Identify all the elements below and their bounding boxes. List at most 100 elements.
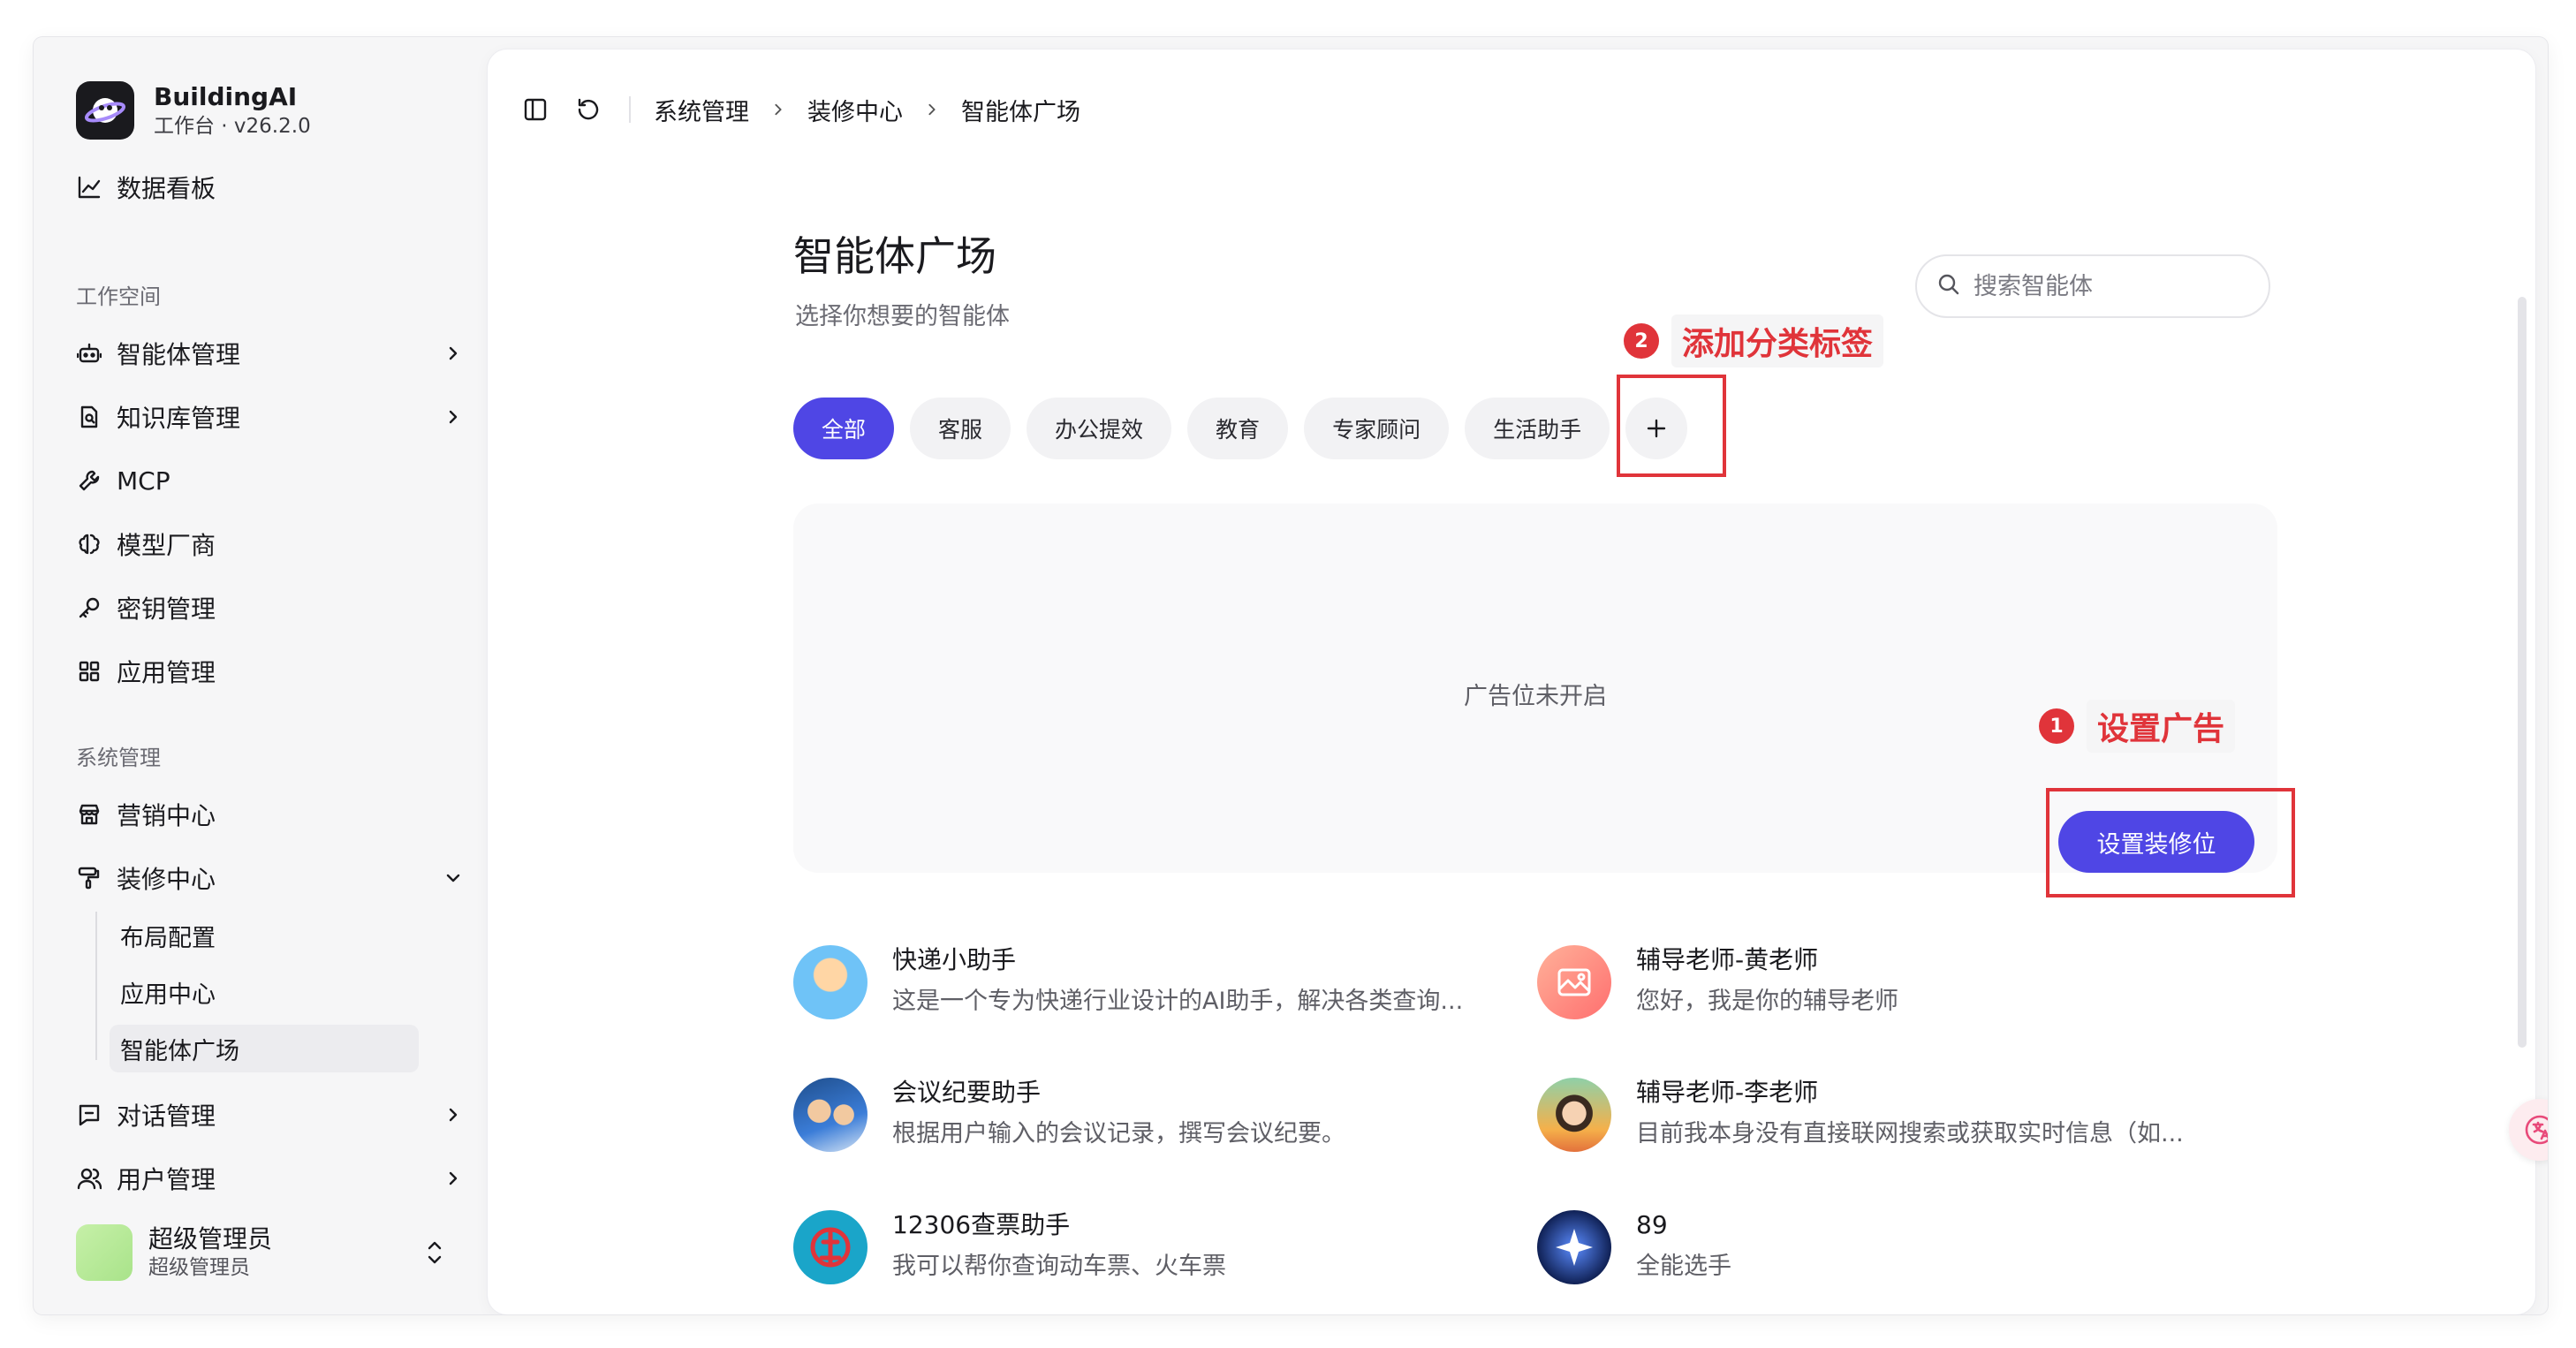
railway-logo-icon [810, 1227, 851, 1268]
sidebar-item-models[interactable]: 模型厂商 [74, 519, 475, 569]
agent-name: 会议纪要助手 [892, 1078, 1042, 1107]
chevron-right-icon [440, 1165, 466, 1192]
sidebar-toggle-icon[interactable] [519, 94, 551, 125]
agent-avatar [793, 945, 868, 1019]
agent-description: 您好，我是你的辅导老师 [1636, 988, 1898, 1015]
chevron-up-down-icon[interactable] [424, 1238, 445, 1270]
search-input[interactable] [1974, 272, 2256, 300]
robot-icon [74, 338, 104, 368]
sidebar-item-label: MCP [117, 466, 170, 496]
tab-office[interactable]: 办公提效 [1027, 398, 1172, 459]
sidebar-item-label: 应用管理 [117, 658, 216, 687]
tab-expert[interactable]: 专家顾问 [1304, 398, 1450, 459]
translate-icon [2525, 1115, 2548, 1145]
agent-card[interactable]: 辅导老师-黄老师 您好，我是你的辅导老师 [1537, 945, 2244, 1034]
brand-logo-icon [76, 81, 134, 140]
sidebar-item-label: 用户管理 [117, 1165, 216, 1194]
sidebar-item-chats[interactable]: 对话管理 [74, 1090, 475, 1140]
agent-name: 12306查票助手 [892, 1210, 1071, 1239]
chevron-right-icon [440, 1102, 466, 1128]
sidebar-item-marketing[interactable]: 营销中心 [74, 790, 475, 839]
sidebar-item-label: 营销中心 [117, 801, 216, 830]
agent-card[interactable]: 12306查票助手 我可以帮你查询动车票、火车票 [793, 1210, 1500, 1299]
users-icon [74, 1163, 104, 1193]
annotation-label: 设置广告 [2087, 700, 2236, 753]
paint-roller-icon [74, 863, 104, 893]
grid-icon [74, 656, 104, 686]
sidebar-item-label: 对话管理 [117, 1102, 216, 1131]
avatar [76, 1224, 133, 1281]
tab-education[interactable]: 教育 [1187, 398, 1289, 459]
sidebar-item-mcp[interactable]: MCP [74, 456, 475, 505]
agent-avatar [1537, 1210, 1611, 1284]
sidebar-subitem-app-center[interactable]: 应用中心 [110, 968, 419, 1016]
search-icon [1936, 272, 1961, 300]
wrench-icon [74, 466, 104, 496]
breadcrumb-current: 智能体广场 [961, 98, 1080, 126]
category-tabs: 全部 客服 办公提效 教育 专家顾问 生活助手 [793, 398, 1688, 459]
image-icon [1557, 968, 1591, 996]
submenu-guide-line [95, 912, 97, 1060]
sidebar-item-dashboard[interactable]: 数据看板 [74, 163, 475, 212]
breadcrumb-system[interactable]: 系统管理 [654, 93, 749, 127]
agent-card[interactable]: 快递小助手 这是一个专为快递行业设计的AI助手，解决各类查询... [793, 945, 1500, 1034]
search-box[interactable] [1915, 254, 2270, 318]
sidebar-item-apps[interactable]: 应用管理 [74, 647, 475, 696]
brand-name: BuildingAI [154, 82, 298, 111]
sidebar-item-keys[interactable]: 密钥管理 [74, 583, 475, 632]
agent-description: 根据用户输入的会议记录，撰写会议纪要。 [892, 1120, 1345, 1147]
tab-life[interactable]: 生活助手 [1465, 398, 1610, 459]
agent-avatar [793, 1210, 868, 1284]
document-icon [74, 402, 104, 432]
key-icon [74, 593, 104, 623]
agent-card[interactable]: 辅导老师-李老师 目前我本身没有直接联网搜索或获取实时信息（如... [1537, 1078, 2244, 1166]
sidebar-item-label: 数据看板 [117, 174, 216, 203]
section-system: 系统管理 [76, 746, 161, 770]
annotation-number: 2 [1624, 323, 1659, 359]
sidebar-subitem-agent-plaza[interactable]: 智能体广场 [110, 1025, 419, 1072]
chevron-right-icon [440, 340, 466, 367]
sidebar-subitem-layout[interactable]: 布局配置 [110, 912, 419, 959]
sidebar-item-label: 知识库管理 [117, 404, 241, 433]
brain-icon [74, 529, 104, 559]
sidebar-item-agents[interactable]: 智能体管理 [74, 329, 475, 378]
sidebar-item-label: 装修中心 [117, 865, 216, 894]
agent-card[interactable]: 89 全能选手 [1537, 1210, 2244, 1299]
sidebar-item-label: 智能体管理 [117, 340, 241, 369]
sidebar: BuildingAI 工作台 · v26.2.0 数据看板 工作空间 智能体管理… [34, 37, 484, 1314]
sidebar-item-label: 模型厂商 [117, 531, 216, 560]
breadcrumb-decoration[interactable]: 装修中心 [807, 93, 903, 127]
sparkle-icon [1556, 1229, 1593, 1266]
annotation-box-set-ad [2046, 788, 2295, 897]
sidebar-item-decoration[interactable]: 装修中心 [74, 853, 475, 903]
scrollbar[interactable] [2518, 297, 2527, 1048]
sidebar-item-users[interactable]: 用户管理 [74, 1154, 475, 1203]
agent-name: 快递小助手 [892, 945, 1017, 974]
main-panel: 系统管理 装修中心 智能体广场 智能体广场 选择你想要的智能体 全部 客服 办公… [488, 49, 2535, 1314]
annotation-number: 1 [2039, 708, 2074, 744]
sidebar-item-knowledge[interactable]: 知识库管理 [74, 392, 475, 442]
annotation-set-ad: 1 设置广告 [2039, 700, 2236, 753]
agent-description: 我可以帮你查询动车票、火车票 [892, 1253, 1226, 1280]
line-chart-icon [74, 172, 104, 202]
brand[interactable]: BuildingAI 工作台 · v26.2.0 [76, 81, 311, 140]
page-title: 智能体广场 [793, 232, 996, 280]
tab-all[interactable]: 全部 [793, 398, 895, 459]
app-window: BuildingAI 工作台 · v26.2.0 数据看板 工作空间 智能体管理… [34, 37, 2548, 1314]
agent-card[interactable]: 会议纪要助手 根据用户输入的会议记录，撰写会议纪要。 [793, 1078, 1500, 1166]
agent-name: 89 [1636, 1210, 1668, 1239]
user-name: 超级管理员 [148, 1224, 273, 1253]
user-menu[interactable]: 超级管理员 超级管理员 [76, 1221, 477, 1284]
section-workspace: 工作空间 [76, 284, 161, 309]
divider [629, 96, 631, 123]
annotation-add-category: 2 添加分类标签 [1624, 314, 1884, 367]
agent-avatar [793, 1078, 868, 1152]
user-role: 超级管理员 [148, 1256, 250, 1279]
agent-name: 辅导老师-李老师 [1636, 1078, 1819, 1107]
agent-description: 目前我本身没有直接联网搜索或获取实时信息（如... [1636, 1120, 2184, 1147]
chevron-right-icon [926, 103, 938, 116]
annotation-box-add-category [1617, 375, 1726, 477]
refresh-icon[interactable] [572, 94, 604, 125]
tab-customer-service[interactable]: 客服 [910, 398, 1011, 459]
agent-avatar [1537, 1078, 1611, 1152]
